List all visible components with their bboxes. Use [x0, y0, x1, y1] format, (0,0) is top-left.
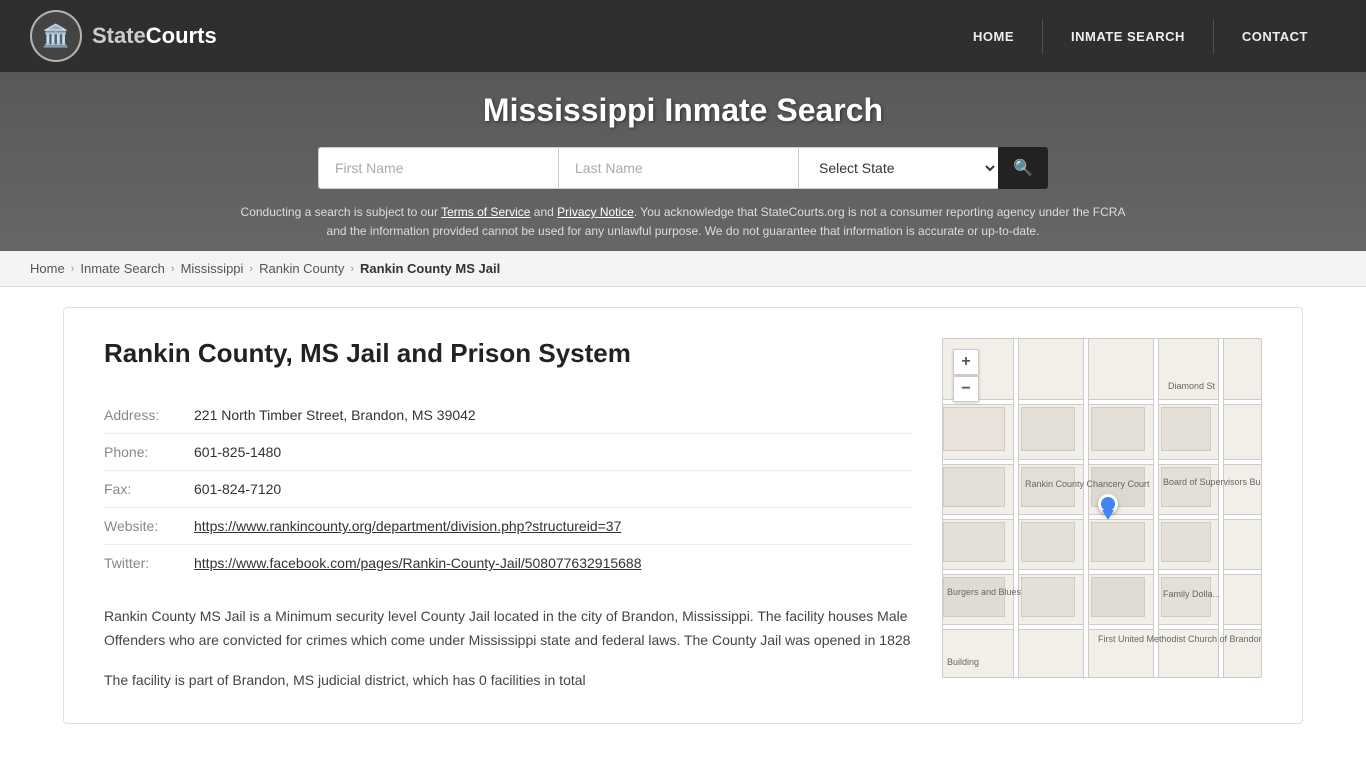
- address-label: Address:: [104, 397, 194, 434]
- map-pin: [1098, 494, 1118, 520]
- breadcrumb-home[interactable]: Home: [30, 261, 65, 276]
- zoom-in-button[interactable]: +: [953, 349, 979, 375]
- content-card: Rankin County, MS Jail and Prison System…: [63, 307, 1303, 723]
- map-label-board: Board of Supervisors Building: [1163, 477, 1233, 489]
- facility-info-table: Address: 221 North Timber Street, Brando…: [104, 397, 912, 581]
- facility-heading: Rankin County, MS Jail and Prison System: [104, 338, 912, 369]
- map-label-family: Family Dolla...: [1163, 589, 1220, 599]
- state-select[interactable]: Select State Alabama Alaska Arizona Miss…: [798, 147, 998, 189]
- search-icon: 🔍: [1013, 158, 1033, 178]
- page-title: Mississippi Inmate Search: [0, 92, 1366, 129]
- twitter-label: Twitter:: [104, 545, 194, 582]
- map-label-building: Building: [947, 657, 979, 667]
- logo-text: StateCourts: [92, 23, 217, 49]
- address-value: 221 North Timber Street, Brandon, MS 390…: [194, 397, 912, 434]
- table-row: Phone: 601-825-1480: [104, 434, 912, 471]
- breadcrumb-sep-4: ›: [350, 263, 354, 275]
- zoom-out-button[interactable]: −: [953, 376, 979, 402]
- map-label-burgers: Burgers and Blues: [947, 587, 1021, 597]
- twitter-link[interactable]: https://www.facebook.com/pages/Rankin-Co…: [194, 555, 642, 571]
- breadcrumb: Home › Inmate Search › Mississippi › Ran…: [0, 251, 1366, 287]
- terms-link[interactable]: Terms of Service: [441, 205, 530, 219]
- fax-value: 601-824-7120: [194, 471, 912, 508]
- map-container: Diamond St Rankin County Chancery Court …: [942, 338, 1262, 678]
- website-value: https://www.rankincounty.org/department/…: [194, 508, 912, 545]
- phone-value: 601-825-1480: [194, 434, 912, 471]
- fax-label: Fax:: [104, 471, 194, 508]
- breadcrumb-sep-3: ›: [249, 263, 253, 275]
- privacy-link[interactable]: Privacy Notice: [557, 205, 634, 219]
- last-name-input[interactable]: [558, 147, 798, 189]
- breadcrumb-county[interactable]: Rankin County: [259, 261, 344, 276]
- website-label: Website:: [104, 508, 194, 545]
- table-row: Address: 221 North Timber Street, Brando…: [104, 397, 912, 434]
- map-label-church: First United Methodist Church of Brandon: [1098, 634, 1168, 646]
- map-controls: + −: [953, 349, 979, 402]
- nav-contact[interactable]: CONTACT: [1213, 19, 1336, 54]
- phone-label: Phone:: [104, 434, 194, 471]
- disclaimer-text: Conducting a search is subject to our Te…: [233, 203, 1133, 241]
- table-row: Fax: 601-824-7120: [104, 471, 912, 508]
- search-button[interactable]: 🔍: [998, 147, 1048, 189]
- nav-home[interactable]: HOME: [945, 19, 1042, 54]
- map-label-diamond: Diamond St: [1168, 381, 1215, 391]
- site-logo[interactable]: 🏛️ StateCourts: [30, 10, 217, 62]
- main-nav: HOME INMATE SEARCH CONTACT: [945, 19, 1336, 54]
- breadcrumb-sep-1: ›: [71, 263, 75, 275]
- content-left: Rankin County, MS Jail and Prison System…: [104, 338, 912, 692]
- first-name-input[interactable]: [318, 147, 558, 189]
- table-row: Website: https://www.rankincounty.org/de…: [104, 508, 912, 545]
- logo-icon: 🏛️: [30, 10, 82, 62]
- website-link[interactable]: https://www.rankincounty.org/department/…: [194, 518, 621, 534]
- description-1: Rankin County MS Jail is a Minimum secur…: [104, 605, 912, 653]
- breadcrumb-inmate-search[interactable]: Inmate Search: [80, 261, 165, 276]
- breadcrumb-current: Rankin County MS Jail: [360, 261, 500, 276]
- twitter-value: https://www.facebook.com/pages/Rankin-Co…: [194, 545, 912, 582]
- nav-inmate-search[interactable]: INMATE SEARCH: [1042, 19, 1213, 54]
- map-label-rankin: Rankin County Chancery Court: [1025, 479, 1075, 491]
- description-2: The facility is part of Brandon, MS judi…: [104, 669, 912, 693]
- table-row: Twitter: https://www.facebook.com/pages/…: [104, 545, 912, 582]
- search-form: Select State Alabama Alaska Arizona Miss…: [0, 147, 1366, 189]
- breadcrumb-state[interactable]: Mississippi: [181, 261, 244, 276]
- content-right: Diamond St Rankin County Chancery Court …: [942, 338, 1262, 692]
- breadcrumb-sep-2: ›: [171, 263, 175, 275]
